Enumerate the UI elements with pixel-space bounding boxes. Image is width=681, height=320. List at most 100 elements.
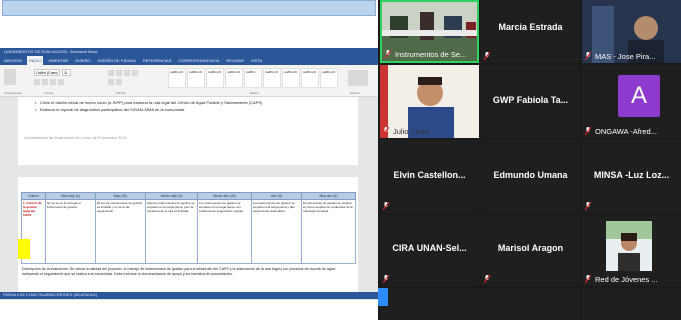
participant-tile[interactable]: Marisol Aragon [481,215,580,286]
table-row: 1. Control de la gestión legal del CAPS … [21,199,356,264]
participant-name-label: ONGAWA -Afred... [595,127,657,136]
participant-tile[interactable]: Instrumentos de Se... [380,0,479,63]
participant-tile[interactable]: CIRA UNAN-Sel... [380,215,479,286]
group-label: Portapapeles [4,91,22,95]
numbering-icon[interactable] [116,70,122,76]
participant-name: GWP Fabiola Ta... [492,95,569,105]
bullet-item: Crear el diseño inicial de nuevo curso (… [35,100,262,105]
bold-icon[interactable] [34,79,40,85]
italic-icon[interactable] [42,79,48,85]
mic-muted-icon [383,275,389,283]
participant-name: Marcia Estrada [498,22,563,32]
style-item[interactable]: AaBbCcD [225,68,243,88]
style-item[interactable]: AaBbCcD [263,68,281,88]
participant-tile[interactable] [380,288,479,320]
word-title-bar: LINEAMIENTOS DE EVALUACION - Microsoft W… [0,48,378,56]
style-item[interactable]: AaBbCcD [168,68,186,88]
mic-muted-icon [383,202,389,210]
table-cell: Algunos instrumentos de gestión se emple… [145,199,198,264]
bullets-icon[interactable] [108,70,114,76]
font-color-icon[interactable] [58,79,64,85]
participant-avatar: A [618,75,660,117]
participant-name: Edmundo Umana [493,170,568,180]
tab-inicio[interactable]: INICIO [27,56,44,65]
style-item[interactable]: AaBbCcD [282,68,300,88]
tab-diseno[interactable]: DISEÑO [73,56,92,65]
style-item[interactable]: AaBbCcD [320,68,338,88]
participant-tile[interactable] [481,288,580,320]
document-page: Crear el diseño inicial de nuevo curso (… [18,97,358,165]
highlight-marker [18,239,30,259]
participant-name: Elvin Castellon... [393,170,466,180]
word-status-bar: PÁGINA 6 DE 9 1845 PALABRAS ESPAÑOL (NIC… [0,292,378,299]
tab-insertar[interactable]: INSERTAR [46,56,70,65]
table-cell: El instrumento de gestión se emplea en f… [301,199,356,264]
participant-tile[interactable]: MAS - Jose Pira... [582,0,681,63]
shading-icon[interactable] [116,79,122,85]
participant-tile[interactable]: A ONGAWA -Afred... [582,65,681,138]
participant-name-label: Julio Chow [393,127,430,136]
tab-revisar[interactable]: REVISAR [224,56,246,65]
style-item[interactable]: AaBbCcD [187,68,205,88]
raise-hand-icon[interactable] [378,288,388,306]
mic-muted-icon [385,50,391,58]
participant-tile[interactable]: Julio Chow [380,65,479,138]
mic-muted-icon [585,127,591,135]
mic-muted-icon [484,52,490,60]
column-header: Bajo (20) [95,192,146,200]
participant-name-label: Instrumentos de Se... [395,50,467,59]
paste-icon[interactable] [4,69,16,85]
column-header: Criterio [21,192,46,200]
video-feed [606,221,652,271]
participant-tile[interactable]: Elvin Castellon... [380,140,479,213]
document-area[interactable]: Crear el diseño inicial de nuevo curso (… [0,97,378,293]
font-name-select[interactable]: Calibri (Cuerp [34,69,60,76]
table-cell: El uso de instrumentos de gestión es lim… [95,199,146,264]
table-header-row: Criterio Muy bajo (1) Bajo (20) Medio ba… [21,192,356,200]
participant-tile[interactable]: Marcia Estrada [481,0,580,63]
screen-share-toolbar[interactable] [2,0,376,16]
participant-tile[interactable]: MINSA -Luz Loz... [582,140,681,213]
mic-muted-icon [585,52,591,60]
tab-referencias[interactable]: REFERENCIAS [141,56,173,65]
line-spacing-icon[interactable] [108,79,114,85]
participant-tile[interactable]: Red de Jóvenes ... [582,215,681,286]
word-ribbon: Calibri (Cuerp 11 AaBbCcD AaBbCcD AaBbCc… [0,65,378,97]
tab-vista[interactable]: VISTA [249,56,264,65]
font-size-select[interactable]: 11 [62,69,71,76]
participant-gallery: Instrumentos de Se... Marcia Estrada MAS… [378,0,681,320]
tab-archivo[interactable]: ARCHIVO [2,56,24,65]
table-cell: Los instrumentos de gestión se emplean e… [197,199,252,264]
shared-screen: LINEAMIENTOS DE EVALUACION - Microsoft W… [0,0,378,320]
group-label: Edición [350,91,360,95]
style-item[interactable]: AaBbCcD [206,68,224,88]
participant-tile[interactable]: GWP Fabiola Ta... [481,65,580,138]
tab-diseno-pagina[interactable]: DISEÑO DE PÁGINA [96,56,138,65]
participant-tile[interactable]: Edmundo Umana [481,140,580,213]
tab-correspondencia[interactable]: CORRESPONDENCIA [176,56,221,65]
mic-muted-icon [383,127,389,135]
column-header: Medio alto (40) [197,192,252,200]
participant-tile[interactable] [582,288,681,320]
evaluation-description: Descripción de la evaluación: Se valora … [22,267,336,276]
taskbar [0,299,378,320]
mic-muted-icon [484,275,490,283]
group-label: Estilos [250,91,259,95]
mic-muted-icon [585,275,591,283]
align-center-icon[interactable] [132,70,138,76]
group-label: Fuente [44,91,54,95]
bullet-item: Elaborar el reporte de diagnóstico parti… [35,107,184,112]
style-item[interactable]: AaBbCcD [301,68,319,88]
column-header: Medio bajo (3) [145,192,198,200]
participant-name-label: Red de Jóvenes ... [595,275,658,284]
document-page: Criterio Muy bajo (1) Bajo (20) Medio ba… [18,177,358,293]
participant-name: CIRA UNAN-Sel... [392,243,467,253]
find-replace-icon[interactable] [348,70,368,86]
participant-name: Marisol Aragon [497,243,564,253]
zoom-meeting-window: LINEAMIENTOS DE EVALUACION - Microsoft W… [0,0,681,320]
underline-icon[interactable] [50,79,56,85]
style-item[interactable]: AaBbC [244,68,262,88]
align-left-icon[interactable] [124,70,130,76]
column-header: Muy alto (6) [301,192,356,200]
page-footer: Lineamientos de Evaluación del curso de … [24,135,127,140]
